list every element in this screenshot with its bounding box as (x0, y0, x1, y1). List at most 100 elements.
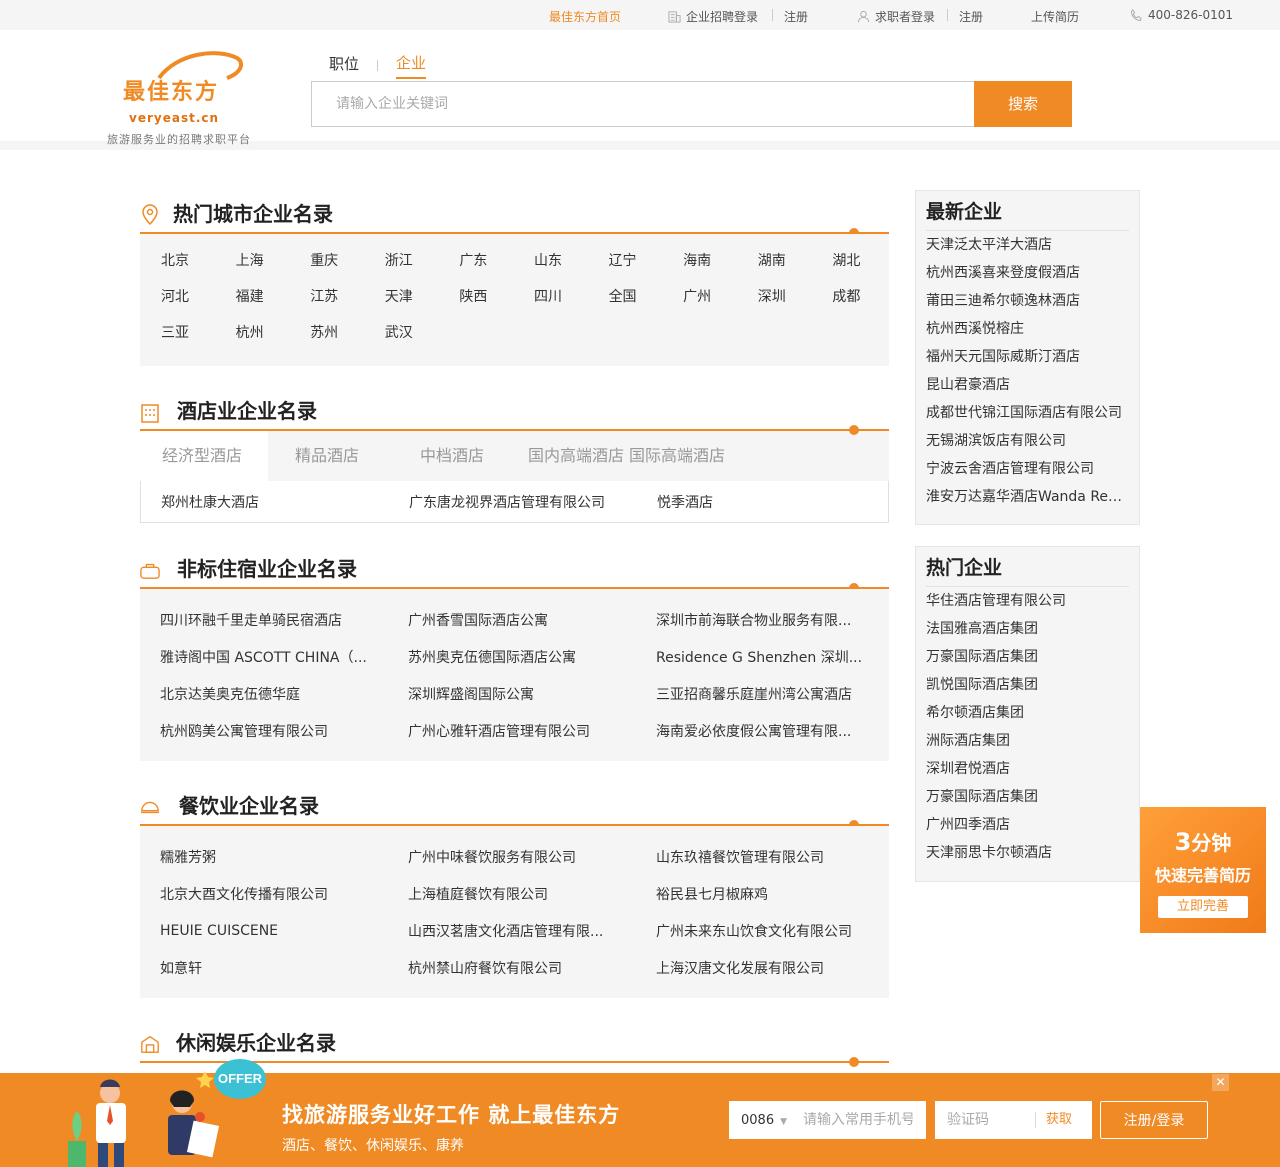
city-link[interactable]: 上海 (215, 250, 290, 270)
register-login-button[interactable]: 注册/登录 (1100, 1101, 1208, 1139)
company-link[interactable]: 广州中味餐饮服务有限公司 (388, 847, 636, 867)
complete-resume-button[interactable]: 立即完善 (1158, 896, 1248, 918)
company-link[interactable]: Residence G Shenzhen 深圳... (636, 647, 884, 667)
search-input[interactable] (312, 82, 975, 126)
city-link[interactable]: 成都 (811, 286, 886, 306)
company-link[interactable]: 杭州禁山府餐饮有限公司 (388, 958, 636, 978)
tab-boutique-hotel[interactable]: 精品酒店 (268, 431, 396, 481)
city-link[interactable]: 辽宁 (588, 250, 663, 270)
company-link[interactable]: 莆田三迪希尔顿逸林酒店 (926, 287, 1129, 315)
company-link[interactable]: 如意轩 (140, 958, 388, 978)
company-link[interactable]: 淮安万达嘉华酒店Wanda Real... (926, 483, 1129, 511)
company-link[interactable]: 广州未来东山饮食文化有限公司 (636, 921, 884, 941)
verification-code-input[interactable] (935, 1112, 1035, 1128)
company-link[interactable]: 深圳辉盛阁国际公寓 (388, 684, 636, 704)
company-link[interactable]: 万豪国际酒店集团 (926, 783, 1129, 811)
company-link[interactable]: 北京大酉文化传播有限公司 (140, 884, 388, 904)
city-link[interactable]: 海南 (662, 250, 737, 270)
city-link[interactable]: 河北 (140, 286, 215, 306)
company-link[interactable]: 无锡湖滨饭店有限公司 (926, 427, 1129, 455)
seeker-register-link[interactable]: 注册 (959, 8, 983, 25)
city-link[interactable]: 武汉 (364, 322, 439, 342)
city-link[interactable]: 重庆 (289, 250, 364, 270)
company-link[interactable]: 成都世代锦江国际酒店有限公司 (926, 399, 1129, 427)
company-link[interactable]: 上海汉唐文化发展有限公司 (636, 958, 884, 978)
company-link[interactable]: 广州香雪国际酒店公寓 (388, 610, 636, 630)
company-link[interactable]: 雅诗阁中国 ASCOTT CHINA（... (140, 647, 388, 667)
company-link[interactable]: 山西汉茗唐文化酒店管理有限... (388, 921, 636, 941)
city-link[interactable]: 北京 (140, 250, 215, 270)
employer-register-link[interactable]: 注册 (784, 8, 808, 25)
company-link[interactable]: 郑州杜康大酒店 (141, 492, 389, 512)
city-link[interactable]: 杭州 (215, 322, 290, 342)
company-link[interactable]: 杭州西溪喜来登度假酒店 (926, 259, 1129, 287)
resume-promo-banner[interactable]: 3分钟 快速完善简历 立即完善 (1140, 807, 1266, 933)
tab-midscale-hotel[interactable]: 中档酒店 (396, 431, 504, 481)
company-link[interactable]: 凯悦国际酒店集团 (926, 671, 1129, 699)
country-code-select[interactable]: 0086 ▼ (729, 1113, 803, 1128)
city-link[interactable]: 三亚 (140, 322, 215, 342)
city-link[interactable]: 广州 (662, 286, 737, 306)
company-link[interactable]: 苏州奥克伍德国际酒店公寓 (388, 647, 636, 667)
company-link[interactable]: 北京达美奥克伍德华庭 (140, 684, 388, 704)
home-link[interactable]: 最佳东方首页 (549, 8, 621, 25)
company-link[interactable]: 杭州西溪悦榕庄 (926, 315, 1129, 343)
company-link[interactable]: 广州心雅轩酒店管理有限公司 (388, 721, 636, 741)
company-link[interactable]: 深圳君悦酒店 (926, 755, 1129, 783)
company-link[interactable]: 广州四季酒店 (926, 811, 1129, 839)
bottom-slogan: 找旅游服务业好工作 就上最佳东方 (282, 1103, 621, 1127)
company-link[interactable]: 万豪国际酒店集团 (926, 643, 1129, 671)
city-link[interactable]: 湖北 (811, 250, 886, 270)
close-icon[interactable]: ✕ (1212, 1074, 1229, 1091)
company-link[interactable]: 杭州鸥美公寓管理有限公司 (140, 721, 388, 741)
company-link[interactable]: 广东唐龙视界酒店管理有限公司 (389, 492, 637, 512)
city-link[interactable]: 陕西 (438, 286, 513, 306)
company-link[interactable]: 希尔顿酒店集团 (926, 699, 1129, 727)
panel-title: 最新企业 (926, 191, 1129, 231)
company-link[interactable]: 天津泛太平洋大酒店 (926, 231, 1129, 259)
city-link[interactable]: 浙江 (364, 250, 439, 270)
nonstandard-section: 非标住宿业企业名录 四川环融千里走单骑民宿酒店 广州香雪国际酒店公寓 深圳市前海… (140, 543, 889, 761)
city-link[interactable]: 江苏 (289, 286, 364, 306)
city-link[interactable]: 苏州 (289, 322, 364, 342)
city-link[interactable]: 福建 (215, 286, 290, 306)
company-link[interactable]: 上海植庭餐饮有限公司 (388, 884, 636, 904)
company-link[interactable]: 山东玖禧餐饮管理有限公司 (636, 847, 884, 867)
seeker-login-link[interactable]: 求职者登录 (857, 8, 935, 25)
site-logo[interactable]: 最佳东方 veryeast.cn 旅游服务业的招聘求职平台 (107, 48, 267, 146)
tab-international-luxury-hotel[interactable]: 国际高端酒店 (629, 431, 759, 481)
company-link[interactable]: 深圳市前海联合物业服务有限... (636, 610, 884, 630)
phone-input[interactable] (803, 1112, 913, 1128)
city-link[interactable]: 广东 (438, 250, 513, 270)
upload-resume-link[interactable]: 上传简历 (1031, 8, 1079, 25)
tab-jobs[interactable]: 职位 (329, 53, 359, 78)
company-link[interactable]: 四川环融千里走单骑民宿酒店 (140, 610, 388, 630)
company-link[interactable]: 昆山君豪酒店 (926, 371, 1129, 399)
company-link[interactable]: 法国雅高酒店集团 (926, 615, 1129, 643)
company-link[interactable]: 糯雅芳粥 (140, 847, 388, 867)
company-link[interactable]: 三亚招商馨乐庭崖州湾公寓酒店 (636, 684, 884, 704)
tab-companies[interactable]: 企业 (396, 52, 427, 79)
city-link[interactable]: 湖南 (737, 250, 812, 270)
search-button[interactable]: 搜索 (974, 81, 1072, 127)
company-link[interactable]: 宁波云舍酒店管理有限公司 (926, 455, 1129, 483)
city-link[interactable]: 全国 (588, 286, 663, 306)
hotel-tabs: 经济型酒店 精品酒店 中档酒店 国内高端酒店 国际高端酒店 (140, 431, 889, 481)
tab-domestic-luxury-hotel[interactable]: 国内高端酒店 (504, 431, 629, 481)
company-link[interactable]: 福州天元国际威斯汀酒店 (926, 343, 1129, 371)
city-link[interactable]: 深圳 (737, 286, 812, 306)
city-link[interactable]: 山东 (513, 250, 588, 270)
city-link[interactable]: 四川 (513, 286, 588, 306)
company-link[interactable]: 华住酒店管理有限公司 (926, 587, 1129, 615)
chevron-down-icon: ▼ (780, 1116, 788, 1127)
company-link[interactable]: 洲际酒店集团 (926, 727, 1129, 755)
get-code-button[interactable]: 获取 (1035, 1112, 1072, 1128)
tab-economy-hotel[interactable]: 经济型酒店 (140, 431, 268, 481)
employer-login-link[interactable]: 企业招聘登录 (668, 8, 758, 25)
city-link[interactable]: 天津 (364, 286, 439, 306)
company-link[interactable]: 悦季酒店 (637, 492, 885, 512)
company-link[interactable]: HEUIE CUISCENE (140, 923, 388, 939)
company-link[interactable]: 海南爱必依度假公寓管理有限... (636, 721, 884, 741)
company-link[interactable]: 裕民县七月椒麻鸡 (636, 884, 884, 904)
company-link[interactable]: 天津丽思卡尔顿酒店 (926, 839, 1129, 867)
